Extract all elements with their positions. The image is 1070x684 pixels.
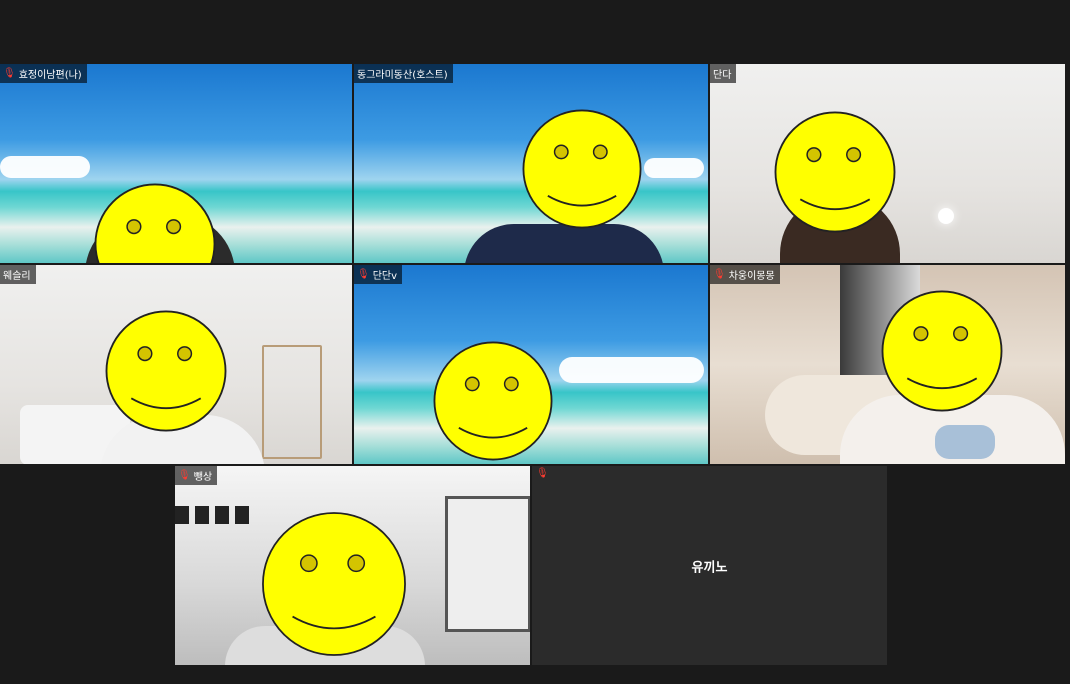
smiley-face-icon	[522, 109, 642, 229]
smiley-face-icon	[94, 183, 216, 263]
smiley-face-icon	[774, 111, 896, 233]
participant-name: 차웅이몽몽	[728, 271, 775, 282]
smiley-face-icon	[262, 512, 406, 656]
video-tile-6[interactable]: 🎙 차웅이몽몽	[710, 265, 1065, 464]
video-tile-3[interactable]: 단다	[710, 64, 1065, 263]
smiley-face-icon	[881, 290, 1003, 412]
participant-name: 웨슬리	[3, 271, 31, 282]
microphone-muted-icon: 🎙	[178, 469, 191, 481]
microphone-muted-icon: 🎙	[3, 67, 16, 79]
video-tile-2[interactable]: 동그라미동산(호스트)	[354, 64, 708, 263]
participant-name-tag: 웨슬리	[0, 265, 36, 284]
smiley-face-icon	[433, 341, 553, 461]
shelf-decor	[262, 345, 322, 459]
window-decor	[445, 496, 530, 632]
video-tile-5[interactable]: 🎙 단단v	[354, 265, 708, 464]
participant-name: 단다	[713, 70, 732, 81]
microphone-muted-icon: 🎙	[713, 268, 726, 280]
participant-name-tag: 🎙 단단v	[354, 265, 403, 284]
participant-name: 뺑상	[193, 472, 213, 483]
cloud-shape	[559, 357, 704, 383]
pendant-lights	[175, 506, 250, 524]
smiley-face-icon	[105, 310, 227, 432]
cloud-shape	[644, 158, 704, 178]
microphone-muted-icon: 🎙	[357, 268, 370, 280]
video-tile-7[interactable]: 🎙 뺑상	[175, 466, 530, 665]
cloud-shape	[0, 156, 90, 178]
participant-name: 동그라미동산(호스트)	[357, 70, 448, 81]
participant-name-tag: 동그라미동산(호스트)	[354, 64, 453, 83]
participant-name-tag: 단다	[710, 64, 737, 83]
video-tile-8[interactable]: 🎙 유끼노	[532, 466, 887, 665]
microphone-muted-icon: 🎙	[536, 468, 549, 479]
video-tile-4[interactable]: 웨슬리	[0, 265, 352, 464]
participant-name-tag: 🎙 효정이남편(나)	[0, 64, 87, 83]
ceiling-light	[938, 208, 954, 224]
participant-name: 유끼노	[691, 560, 728, 575]
participant-name: 단단v	[372, 271, 398, 282]
participant-name-tag: 🎙 뺑상	[175, 466, 218, 485]
hand-holding-can	[935, 425, 995, 459]
video-tile-1[interactable]: 🎙 효정이남편(나)	[0, 64, 352, 263]
participant-name-tag: 🎙 차웅이몽몽	[710, 265, 780, 284]
participant-name: 효정이남편(나)	[18, 70, 82, 81]
